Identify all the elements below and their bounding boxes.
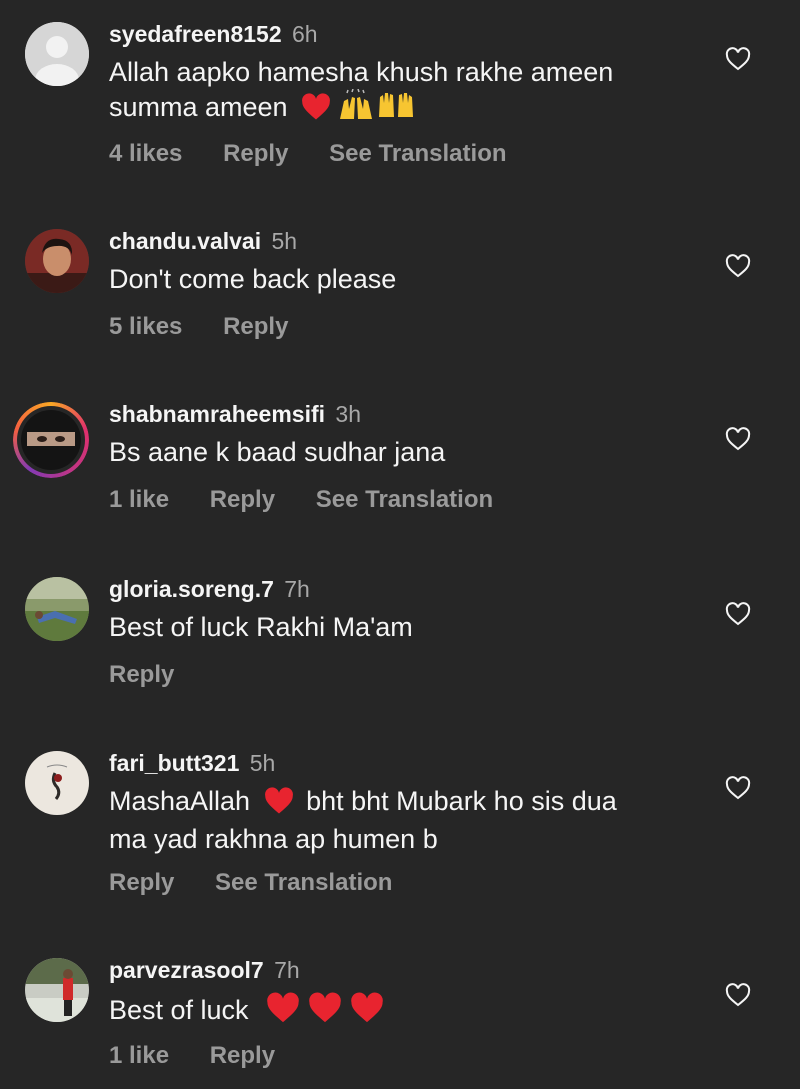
profile-photo [25,229,89,293]
reply-button[interactable]: Reply [223,140,288,167]
comment-text-line: summa ameen [109,92,288,122]
avatar[interactable] [25,577,89,641]
avatar[interactable] [25,22,89,86]
comments-list: syedafreen8152 6h Allah aapko hamesha kh… [0,0,800,1089]
heart-outline-icon[interactable] [725,47,751,71]
avatar[interactable] [25,751,89,815]
comment-actions: 1 like Reply See Translation [109,486,527,514]
comment-meta: chandu.valvai 5h [109,227,297,255]
comment-meta: parvezrasool7 7h [109,956,300,984]
profile-photo [25,751,89,815]
profile-photo [25,577,89,641]
likes-count[interactable]: 5 likes [109,313,182,340]
username[interactable]: fari_butt321 [109,750,239,776]
red-heart-icon [264,787,294,823]
comment-meta: shabnamraheemsifi 3h [109,400,361,428]
comment-text: Best of luck [109,992,699,1032]
profile-photo [21,410,81,470]
username[interactable]: syedafreen8152 [109,21,282,47]
comment-text: Best of luck Rakhi Ma'am [109,612,413,642]
comment-actions: Reply See Translation [109,869,426,897]
heart-outline-icon[interactable] [725,983,751,1007]
red-heart-icon [308,992,342,1032]
red-heart-icon [301,93,331,129]
comment-text: Allah aapko hamesha khush rakhe ameen su… [109,56,699,129]
heart-outline-icon[interactable] [725,602,751,626]
avatar-story-ring[interactable] [13,402,89,478]
username[interactable]: gloria.soreng.7 [109,576,274,602]
reply-button[interactable]: Reply [210,1042,275,1069]
profile-photo [25,958,89,1022]
comment-meta: syedafreen8152 6h [109,20,318,48]
heart-outline-icon[interactable] [725,427,751,451]
red-heart-icon [350,992,384,1032]
comment-actions: 1 like Reply [109,1042,309,1070]
timestamp: 7h [274,957,300,983]
reply-button[interactable]: Reply [223,313,288,340]
timestamp: 5h [249,750,276,776]
see-translation-button[interactable]: See Translation [215,869,392,896]
timestamp: 5h [271,228,298,254]
comment-text: Bs aane k baad sudhar jana [109,437,446,467]
comment-text: Don't come back please [109,264,397,294]
see-translation-button[interactable]: See Translation [316,486,493,513]
comment-text-line: bht bht Mubark ho sis dua [306,786,617,816]
comment-text-line: Allah aapko hamesha khush rakhe ameen [109,57,614,87]
default-avatar-icon [25,22,89,86]
comment-actions: 5 likes Reply [109,313,322,341]
timestamp: 7h [284,576,310,602]
comment-meta: gloria.soreng.7 7h [109,575,310,603]
username[interactable]: parvezrasool7 [109,957,264,983]
likes-count[interactable]: 4 likes [109,140,182,167]
comment-text: MashaAllah bht bht Mubark ho sis dua ma … [109,785,699,856]
comment-actions: 4 likes Reply See Translation [109,140,541,168]
open-hands-icon [377,89,415,129]
username[interactable]: shabnamraheemsifi [109,401,325,427]
heart-outline-icon[interactable] [725,254,751,278]
reply-button[interactable]: Reply [210,486,275,513]
comment-meta: fari_butt321 5h [109,749,275,777]
comment-text-line: Best of luck [109,995,249,1025]
avatar[interactable] [25,229,89,293]
red-heart-icon [266,992,300,1032]
timestamp: 3h [335,401,362,427]
likes-count[interactable]: 1 like [109,486,169,513]
avatar[interactable] [25,958,89,1022]
see-translation-button[interactable]: See Translation [329,140,506,167]
heart-outline-icon[interactable] [725,776,751,800]
comment-text-line: MashaAllah [109,786,251,816]
reply-button[interactable]: Reply [109,661,174,688]
likes-count[interactable]: 1 like [109,1042,169,1069]
raising-hands-icon [337,88,375,129]
username[interactable]: chandu.valvai [109,228,261,254]
comment-text-line: ma yad rakhna ap humen b [109,824,438,854]
reply-button[interactable]: Reply [109,869,174,896]
comment-actions: Reply [109,661,208,689]
timestamp: 6h [292,21,318,47]
